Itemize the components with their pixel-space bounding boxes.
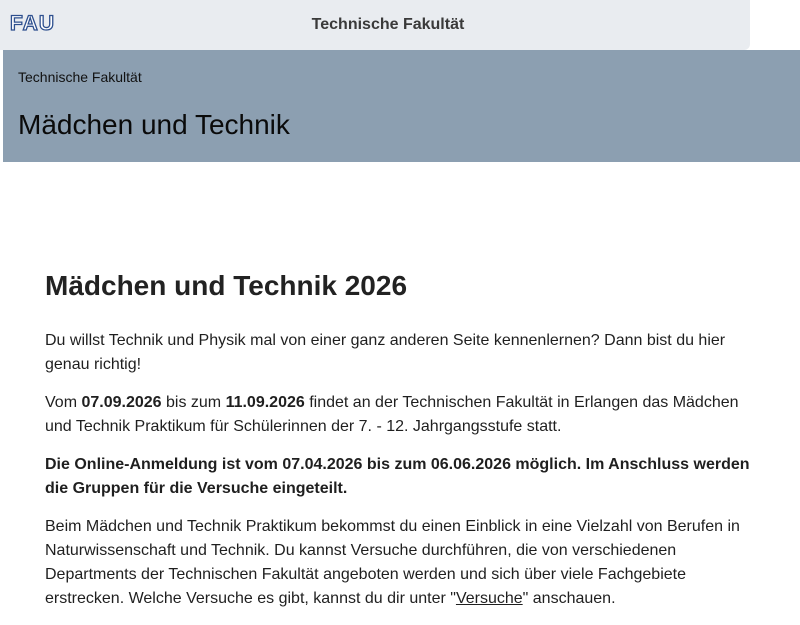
site-header: FAU Technische Fakultät (0, 0, 750, 50)
intro-paragraph: Du willst Technik und Physik mal von ein… (45, 332, 726, 373)
main-content: Mädchen und Technik 2026 Du willst Techn… (45, 265, 757, 625)
page-title: Mädchen und Technik (18, 109, 290, 140)
page-hero: Technische Fakultät Mädchen und Technik (3, 50, 800, 162)
description-text: Beim Mädchen und Technik Praktikum bekom… (45, 518, 740, 607)
faculty-title[interactable]: Technische Fakultät (0, 15, 776, 35)
description-paragraph: Beim Mädchen und Technik Praktikum bekom… (45, 515, 757, 611)
content-heading: Mädchen und Technik 2026 (45, 270, 408, 301)
start-date: 07.09.2026 (81, 394, 162, 411)
dates-prefix: Vom (45, 394, 82, 411)
dates-middle: bis zum (161, 394, 226, 411)
breadcrumb[interactable]: Technische Fakultät (18, 69, 142, 85)
description-tail: " anschauen. (522, 590, 616, 607)
versuche-link[interactable]: Versuche (456, 590, 523, 607)
end-date: 11.09.2026 (225, 394, 305, 411)
registration-paragraph: Die Online-Anmeldung ist vom 07.04.2026 … (45, 456, 750, 497)
dates-paragraph: Vom 07.09.2026 bis zum 11.09.2026 findet… (45, 391, 757, 439)
